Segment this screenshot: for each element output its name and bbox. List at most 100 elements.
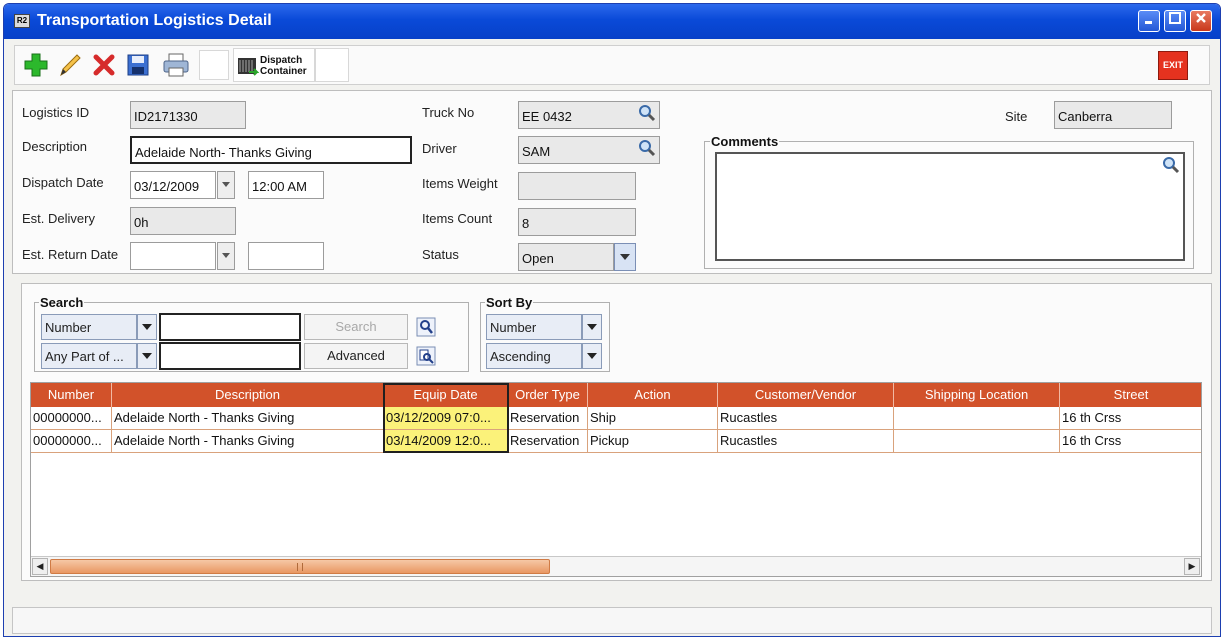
minimize-button[interactable] bbox=[1138, 10, 1160, 32]
comments-search-icon[interactable] bbox=[1162, 156, 1180, 174]
search-match-dropdown[interactable] bbox=[137, 343, 157, 369]
delete-icon bbox=[93, 54, 115, 76]
est-return-date-label: Est. Return Date bbox=[22, 247, 119, 262]
comments-label: Comments bbox=[710, 134, 780, 149]
toolbar-spacer bbox=[199, 50, 229, 80]
save-button[interactable] bbox=[123, 50, 153, 80]
cell-shipping-location bbox=[894, 430, 1060, 452]
scrollbar-thumb[interactable] bbox=[50, 559, 550, 574]
status-label: Status bbox=[422, 247, 459, 262]
dispatch-time-field[interactable]: 12:00 AM bbox=[248, 171, 324, 199]
exit-button[interactable]: EXIT bbox=[1158, 51, 1188, 80]
cell-equip-date: 03/14/2009 12:0... bbox=[384, 430, 508, 452]
dispatch-date-dropdown[interactable] bbox=[217, 171, 235, 199]
search-field-dropdown[interactable] bbox=[137, 314, 157, 340]
chevron-down-icon bbox=[620, 254, 630, 260]
driver-lookup-search-icon[interactable] bbox=[638, 139, 656, 157]
advanced-search-icon bbox=[416, 346, 436, 366]
est-delivery-label: Est. Delivery bbox=[22, 211, 95, 226]
search-binoculars-button[interactable] bbox=[415, 315, 437, 339]
chevron-down-icon bbox=[222, 253, 230, 258]
cell-order-type: Reservation bbox=[508, 407, 588, 429]
logistics-id-label: Logistics ID bbox=[22, 105, 90, 120]
column-header-order-type[interactable]: Order Type bbox=[508, 383, 588, 407]
chevron-down-icon bbox=[587, 324, 597, 330]
edit-pencil-icon bbox=[60, 54, 81, 77]
est-return-date-field[interactable] bbox=[130, 242, 216, 270]
column-header-customer-vendor[interactable]: Customer/Vendor bbox=[718, 383, 894, 407]
column-header-number[interactable]: Number bbox=[31, 383, 112, 407]
column-header-street[interactable]: Street bbox=[1060, 383, 1201, 407]
print-button[interactable] bbox=[161, 50, 191, 80]
row-divider bbox=[31, 452, 1201, 453]
cell-street: 16 th Crss bbox=[1060, 430, 1201, 452]
add-icon bbox=[24, 53, 48, 77]
dispatch-container-icon bbox=[238, 58, 259, 76]
sort-order-dropdown[interactable] bbox=[582, 343, 602, 369]
edit-button[interactable] bbox=[55, 50, 85, 80]
est-return-time-field[interactable] bbox=[248, 242, 324, 270]
cell-equip-date: 03/12/2009 07:0... bbox=[384, 407, 508, 429]
est-return-date-dropdown[interactable] bbox=[217, 242, 235, 270]
dispatch-label: Dispatch bbox=[260, 55, 303, 66]
column-header-action[interactable]: Action bbox=[588, 383, 718, 407]
maximize-icon bbox=[1169, 12, 1181, 24]
main-window: R2 Transportation Logistics Detail Dispa… bbox=[3, 3, 1221, 637]
window-title: Transportation Logistics Detail bbox=[37, 12, 272, 29]
description-label: Description bbox=[22, 139, 88, 154]
logistics-id-field: ID2171330 bbox=[130, 101, 246, 129]
status-select[interactable]: Open bbox=[518, 243, 614, 271]
app-icon: R2 bbox=[14, 14, 30, 28]
maximize-button[interactable] bbox=[1164, 10, 1186, 32]
cell-description: Adelaide North - Thanks Giving bbox=[112, 430, 384, 452]
scroll-left-arrow-icon[interactable]: ◀ bbox=[32, 558, 48, 575]
search-match-select[interactable]: Any Part of ... bbox=[41, 343, 137, 369]
truck-no-label: Truck No bbox=[422, 105, 475, 120]
status-bar bbox=[12, 607, 1212, 634]
dispatch-date-field[interactable]: 03/12/2009 bbox=[130, 171, 216, 199]
est-delivery-field: 0h bbox=[130, 207, 236, 235]
chevron-down-icon bbox=[587, 353, 597, 359]
cell-description: Adelaide North - Thanks Giving bbox=[112, 407, 384, 429]
column-header-equip-date[interactable]: Equip Date bbox=[384, 383, 508, 407]
advanced-search-icon-button[interactable] bbox=[415, 344, 437, 368]
sort-field-dropdown[interactable] bbox=[582, 314, 602, 340]
search-query-input[interactable] bbox=[159, 313, 301, 341]
truck-lookup-search-icon[interactable] bbox=[638, 104, 656, 122]
advanced-button[interactable]: Advanced bbox=[304, 343, 408, 369]
print-icon bbox=[163, 53, 189, 77]
chevron-down-icon bbox=[222, 182, 230, 187]
scroll-right-arrow-icon[interactable]: ▶ bbox=[1184, 558, 1200, 575]
search-button[interactable]: Search bbox=[304, 314, 408, 340]
description-field[interactable]: Adelaide North- Thanks Giving bbox=[130, 136, 412, 164]
items-count-label: Items Count bbox=[422, 211, 493, 226]
container-label: Container bbox=[260, 66, 307, 77]
logistics-header-panel: Logistics ID ID2171330 Description Adela… bbox=[12, 90, 1212, 274]
search-query2-input[interactable] bbox=[159, 342, 301, 370]
close-window-button[interactable] bbox=[1190, 10, 1212, 32]
sort-order-select[interactable]: Ascending bbox=[486, 343, 582, 369]
logistics-items-grid: Number Description Equip Date Order Type… bbox=[30, 382, 1202, 577]
scrollbar-grip-icon bbox=[297, 563, 303, 571]
sort-field-select[interactable]: Number bbox=[486, 314, 582, 340]
add-button[interactable] bbox=[21, 50, 51, 80]
items-count-field: 8 bbox=[518, 208, 636, 236]
horizontal-scrollbar[interactable]: ◀ ▶ bbox=[31, 556, 1201, 576]
comments-textarea[interactable] bbox=[715, 152, 1185, 261]
cell-action: Pickup bbox=[588, 430, 718, 452]
save-icon bbox=[127, 54, 149, 76]
search-field-select[interactable]: Number bbox=[41, 314, 137, 340]
title-bar: R2 Transportation Logistics Detail bbox=[4, 4, 1220, 39]
site-field: Canberra bbox=[1054, 101, 1172, 129]
cell-order-type: Reservation bbox=[508, 430, 588, 452]
column-header-shipping-location[interactable]: Shipping Location bbox=[894, 383, 1060, 407]
chevron-down-icon bbox=[142, 353, 152, 359]
dispatch-container-button[interactable]: Dispatch Container bbox=[233, 48, 315, 82]
cell-number: 00000000... bbox=[31, 430, 112, 452]
cell-customer-vendor: Rucastles bbox=[718, 430, 894, 452]
cell-customer-vendor: Rucastles bbox=[718, 407, 894, 429]
column-header-description[interactable]: Description bbox=[112, 383, 384, 407]
status-dropdown[interactable] bbox=[614, 243, 636, 271]
delete-button[interactable] bbox=[89, 50, 119, 80]
site-label: Site bbox=[1005, 109, 1028, 124]
